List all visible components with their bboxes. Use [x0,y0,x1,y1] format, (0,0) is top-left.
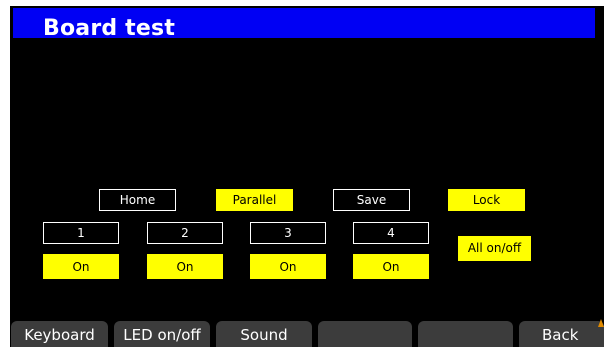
softkey-keyboard-label: Keyboard [24,326,95,344]
home-button[interactable]: Home [99,189,176,211]
channel-2-state: On [176,260,194,274]
lock-button[interactable]: Lock [448,189,525,211]
softkey-back-label: Back [542,326,579,344]
title-bar: Board test [13,8,595,41]
softkey-led-on-off[interactable]: LED on/off [114,321,210,347]
softkey-empty-2[interactable] [418,321,513,347]
lock-button-label: Lock [472,193,501,207]
parallel-button[interactable]: Parallel [216,189,293,211]
channel-4-label: 4 [387,226,395,240]
save-button-label: Save [356,193,387,207]
screen [10,6,604,347]
channel-2-toggle[interactable]: On [147,254,223,279]
home-button-label: Home [119,193,156,207]
channel-4-button[interactable]: 4 [353,222,429,244]
channel-3-label: 3 [284,226,292,240]
save-button[interactable]: Save [333,189,410,211]
channel-4-state: On [382,260,400,274]
softkey-sound[interactable]: Sound [216,321,312,347]
softkey-empty-1[interactable] [318,321,412,347]
channel-1-toggle[interactable]: On [43,254,119,279]
softkey-led-on-off-label: LED on/off [123,326,201,344]
all-on-off-button[interactable]: All on/off [458,236,531,261]
softkey-keyboard[interactable]: Keyboard [11,321,108,347]
channel-3-button[interactable]: 3 [250,222,326,244]
channel-2-button[interactable]: 2 [147,222,223,244]
channel-2-label: 2 [181,226,189,240]
scroll-up-arrow-icon [598,319,604,327]
all-on-off-label: All on/off [467,241,522,255]
channel-1-label: 1 [77,226,85,240]
channel-4-toggle[interactable]: On [353,254,429,279]
channel-1-button[interactable]: 1 [43,222,119,244]
parallel-button-label: Parallel [232,193,277,207]
device-frame: Board test Home Parallel Save Lock 1 2 3… [0,0,604,347]
softkey-back[interactable]: Back [519,321,604,347]
channel-3-state: On [279,260,297,274]
softkey-sound-label: Sound [240,326,288,344]
page-title: Board test [43,16,176,41]
channel-1-state: On [72,260,90,274]
channel-3-toggle[interactable]: On [250,254,326,279]
